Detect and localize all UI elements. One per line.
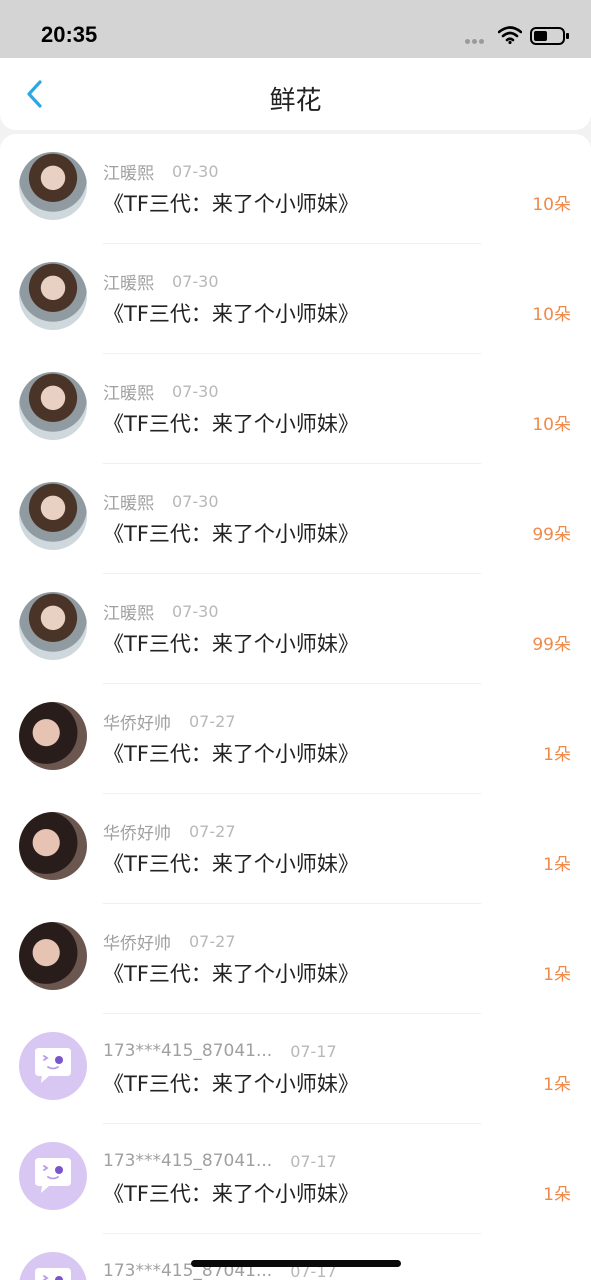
item-date: 07-17: [290, 1151, 337, 1171]
flower-count: 1朵: [543, 855, 571, 875]
list-item[interactable]: 华侨好帅 07-27 《TF三代：来了个小师妹》 1朵: [0, 684, 591, 794]
home-indicator[interactable]: [191, 1260, 401, 1267]
flower-count: 1朵: [543, 745, 571, 765]
list-item[interactable]: 江暖熙 07-30 《TF三代：来了个小师妹》 10朵: [0, 244, 591, 354]
flower-count: 10朵: [532, 305, 571, 325]
user-name: 江暖熙: [103, 273, 154, 294]
user-name: 江暖熙: [103, 163, 154, 184]
work-title: 《TF三代：来了个小师妹》: [103, 1182, 359, 1206]
work-title: 《TF三代：来了个小师妹》: [103, 192, 359, 216]
flower-count: 10朵: [532, 195, 571, 215]
work-title: 《TF三代：来了个小师妹》: [103, 742, 359, 766]
user-name: 173***415_87041...: [103, 1041, 273, 1061]
avatar[interactable]: [19, 1032, 87, 1100]
list-item[interactable]: 江暖熙 07-30 《TF三代：来了个小师妹》 10朵: [0, 354, 591, 464]
wifi-icon: [498, 26, 522, 44]
work-title: 《TF三代：来了个小师妹》: [103, 302, 359, 326]
navigation-bar: 鲜花: [0, 58, 591, 130]
list-item[interactable]: 江暖熙 07-30 《TF三代：来了个小师妹》 99朵: [0, 464, 591, 574]
list-item[interactable]: 华侨好帅 07-27 《TF三代：来了个小师妹》 1朵: [0, 904, 591, 1014]
work-title: 《TF三代：来了个小师妹》: [103, 852, 359, 876]
item-date: 07-27: [189, 931, 236, 951]
status-bar: 20:35: [0, 0, 591, 63]
signal-dots-icon: [465, 39, 491, 63]
list-item[interactable]: 173***415_87041... 07-17: [0, 1234, 591, 1280]
battery-icon: [530, 27, 569, 45]
avatar[interactable]: [19, 592, 87, 660]
flower-count: 1朵: [543, 1185, 571, 1205]
flower-count: 10朵: [532, 415, 571, 435]
work-title: 《TF三代：来了个小师妹》: [103, 632, 359, 656]
work-title: 《TF三代：来了个小师妹》: [103, 522, 359, 546]
avatar[interactable]: [19, 1142, 87, 1210]
flower-count: 99朵: [532, 525, 571, 545]
item-date: 07-30: [172, 491, 219, 511]
work-title: 《TF三代：来了个小师妹》: [103, 412, 359, 436]
user-name: 173***415_87041...: [103, 1151, 273, 1171]
avatar[interactable]: [19, 812, 87, 880]
list-item[interactable]: 江暖熙 07-30 《TF三代：来了个小师妹》 99朵: [0, 574, 591, 684]
work-title: 《TF三代：来了个小师妹》: [103, 1072, 359, 1096]
avatar[interactable]: [19, 702, 87, 770]
list-item[interactable]: 173***415_87041... 07-17 《TF三代：来了个小师妹》 1…: [0, 1124, 591, 1234]
item-date: 07-30: [172, 381, 219, 401]
user-name: 华侨好帅: [103, 823, 171, 844]
item-date: 07-27: [189, 711, 236, 731]
item-date: 07-30: [172, 161, 219, 181]
user-name: 华侨好帅: [103, 933, 171, 954]
chat-bubble-icon: [35, 1048, 71, 1083]
list-item[interactable]: 173***415_87041... 07-17 《TF三代：来了个小师妹》 1…: [0, 1014, 591, 1124]
user-name: 江暖熙: [103, 493, 154, 514]
flower-list: 江暖熙 07-30 《TF三代：来了个小师妹》 10朵 江暖熙 07-30 《T…: [0, 134, 591, 1280]
chat-bubble-icon: [35, 1158, 71, 1193]
user-name: 江暖熙: [103, 383, 154, 404]
work-title: 《TF三代：来了个小师妹》: [103, 962, 359, 986]
item-date: 07-30: [172, 271, 219, 291]
item-date: 07-30: [172, 601, 219, 621]
avatar[interactable]: [19, 1252, 87, 1280]
item-date: 07-17: [290, 1041, 337, 1061]
list-item[interactable]: 华侨好帅 07-27 《TF三代：来了个小师妹》 1朵: [0, 794, 591, 904]
avatar[interactable]: [19, 152, 87, 220]
status-time: 20:35: [41, 22, 98, 47]
user-name: 华侨好帅: [103, 713, 171, 734]
avatar[interactable]: [19, 922, 87, 990]
page-title: 鲜花: [269, 86, 322, 116]
avatar[interactable]: [19, 262, 87, 330]
item-date: 07-27: [189, 821, 236, 841]
avatar[interactable]: [19, 372, 87, 440]
flower-count: 99朵: [532, 635, 571, 655]
flower-count: 1朵: [543, 965, 571, 985]
flower-count: 1朵: [543, 1075, 571, 1095]
list-item[interactable]: 江暖熙 07-30 《TF三代：来了个小师妹》 10朵: [0, 134, 591, 244]
user-name: 江暖熙: [103, 603, 154, 624]
chat-bubble-icon: [35, 1268, 71, 1280]
avatar[interactable]: [19, 482, 87, 550]
